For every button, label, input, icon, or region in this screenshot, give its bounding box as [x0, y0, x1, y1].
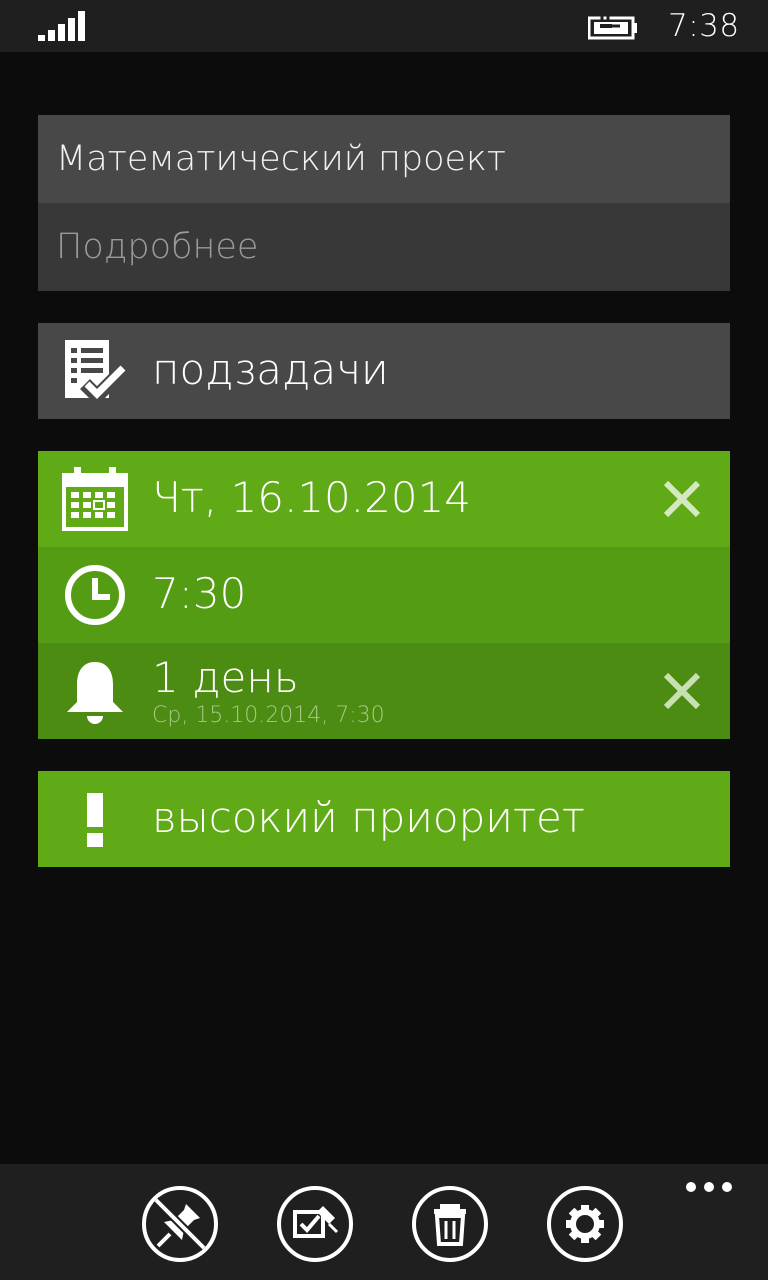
clear-due-date-button[interactable]	[658, 475, 706, 523]
reminder-label: 1 день	[152, 653, 299, 702]
bell-icon	[62, 658, 128, 724]
close-icon	[663, 480, 701, 518]
app-bar	[0, 1164, 768, 1280]
clear-reminder-button[interactable]	[658, 667, 706, 715]
priority-button[interactable]: высокий приоритет	[38, 771, 730, 867]
settings-icon	[566, 1205, 604, 1243]
subtasks-button[interactable]: подзадачи	[38, 323, 730, 419]
delete-icon	[434, 1204, 466, 1246]
calendar-icon	[62, 466, 128, 532]
reminder-detail: Ср, 15.10.2014, 7:30	[152, 703, 385, 728]
due-date-row[interactable]: Чт, 16.10.2014	[38, 451, 730, 547]
due-time-text: 7:30	[152, 569, 247, 618]
battery-charging-icon	[588, 16, 637, 40]
exclamation-icon	[62, 786, 128, 852]
subtasks-label: подзадачи	[152, 345, 389, 394]
delete-button[interactable]	[412, 1186, 488, 1262]
settings-button[interactable]	[547, 1186, 623, 1262]
unpin-button[interactable]	[142, 1186, 218, 1262]
task-details-placeholder: Подробнее	[56, 227, 259, 267]
task-title-text: Математический проект	[56, 139, 507, 179]
clock: 7:38	[668, 8, 740, 44]
edit-task-icon	[293, 1206, 339, 1238]
unpin-icon	[153, 1197, 207, 1251]
more-dot	[686, 1182, 696, 1192]
checklist-icon	[62, 338, 128, 404]
more-dot	[704, 1182, 714, 1192]
task-title-field[interactable]: Математический проект	[38, 115, 730, 203]
due-date-text: Чт, 16.10.2014	[152, 473, 472, 522]
task-details-field[interactable]: Подробнее	[38, 203, 730, 291]
close-icon	[663, 672, 701, 710]
more-button[interactable]	[686, 1180, 732, 1194]
more-dot	[722, 1182, 732, 1192]
signal-strength-icon	[38, 11, 85, 41]
reminder-row[interactable]: 1 день Ср, 15.10.2014, 7:30	[38, 643, 730, 739]
status-bar: 7:38	[0, 0, 768, 52]
priority-label: высокий приоритет	[152, 793, 585, 842]
edit-task-button[interactable]	[277, 1186, 353, 1262]
clock-icon	[62, 562, 128, 628]
due-time-row[interactable]: 7:30	[38, 547, 730, 643]
